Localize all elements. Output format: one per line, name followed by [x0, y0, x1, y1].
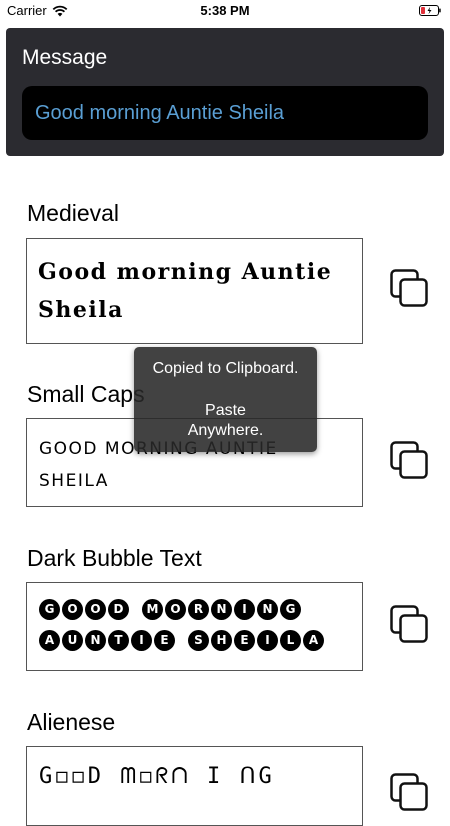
alienese-line-1: G◻◻D ᗰ◻ᖇᑎ I ᑎG — [39, 764, 275, 789]
small-caps-title: Small Caps — [27, 381, 145, 407]
status-bar: Carrier 5:38 PM — [0, 0, 450, 22]
medieval-line-2: Sheila — [38, 297, 124, 323]
bubble-letter: O — [62, 598, 83, 620]
copy-icon[interactable] — [389, 772, 429, 812]
bubble-letter: I — [234, 598, 255, 620]
dark-bubble-text: GOODMORNING AUNTIESHEILA — [27, 583, 362, 651]
message-panel: Message Good morning Auntie Sheila — [6, 28, 444, 156]
small-caps-line-2: SHEILA — [39, 471, 109, 491]
bubble-letter: N — [211, 598, 232, 620]
bubble-letter: O — [165, 598, 186, 620]
alienese-text: G◻◻D ᗰ◻ᖇᑎ I ᑎG — [27, 747, 362, 793]
copy-icon[interactable] — [389, 268, 429, 308]
medieval-title: Medieval — [27, 200, 120, 226]
bubble-letter: G — [280, 598, 301, 620]
toast-line-3: Anywhere. — [187, 422, 264, 439]
bubble-letter: U — [62, 629, 83, 651]
bubble-letter: A — [39, 629, 60, 651]
copy-icon[interactable] — [389, 440, 429, 480]
bubble-letter: N — [85, 629, 106, 651]
bubble-letter: A — [303, 629, 324, 651]
bubble-letter: E — [154, 629, 175, 651]
clipboard-toast: Copied to Clipboard. Paste Anywhere. — [134, 347, 317, 452]
bubble-letter: G — [39, 598, 60, 620]
message-label: Message — [22, 46, 108, 69]
battery-icon — [419, 5, 441, 16]
bubble-letter: I — [257, 629, 278, 651]
bubble-letter: R — [188, 598, 209, 620]
bubble-letter: N — [257, 598, 278, 620]
medieval-box[interactable]: Good morning Auntie Sheila — [26, 238, 363, 344]
bubble-letter: L — [280, 629, 301, 651]
copy-icon[interactable] — [389, 604, 429, 644]
bubble-line-2: AUNTIESHEILA — [39, 629, 352, 651]
bubble-letter: E — [234, 629, 255, 651]
bubble-letter: D — [108, 598, 129, 620]
alienese-box[interactable]: G◻◻D ᗰ◻ᖇᑎ I ᑎG — [26, 746, 363, 826]
bubble-letter: O — [85, 598, 106, 620]
message-input[interactable]: Good morning Auntie Sheila — [22, 86, 428, 140]
bubble-letter: H — [211, 629, 232, 651]
bubble-line-1: GOODMORNING — [39, 598, 352, 620]
medieval-line-1: Good morning Auntie — [38, 259, 333, 285]
toast-line-1: Copied to Clipboard. — [152, 360, 299, 377]
medieval-text: Good morning Auntie Sheila — [27, 239, 362, 329]
alienese-title: Alienese — [27, 709, 116, 735]
bubble-letter: T — [108, 629, 129, 651]
bubble-letter: S — [188, 629, 209, 651]
bubble-letter: M — [142, 598, 163, 620]
dark-bubble-box[interactable]: GOODMORNING AUNTIESHEILA — [26, 582, 363, 671]
toast-line-2: Paste — [205, 402, 246, 419]
dark-bubble-title: Dark Bubble Text — [27, 545, 202, 571]
bubble-letter: I — [131, 629, 152, 651]
status-time: 5:38 PM — [200, 3, 250, 18]
